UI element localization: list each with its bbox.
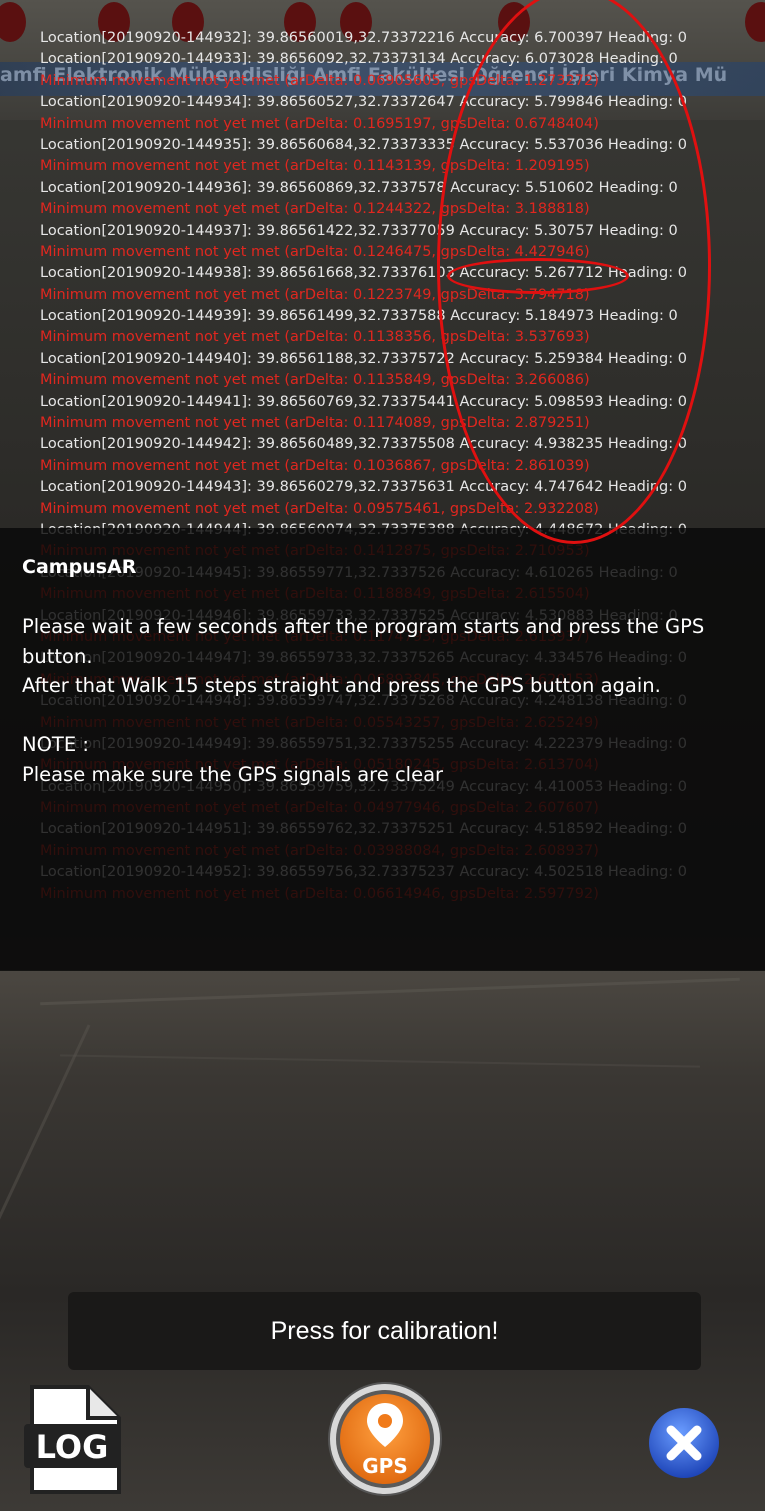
log-warning-line: Minimum movement not yet met (arDelta: 0… <box>40 243 590 260</box>
calibration-button[interactable]: Press for calibration! <box>68 1292 701 1370</box>
dialog-line: Please make sure the GPS signals are cle… <box>22 762 444 786</box>
log-warning-line: Minimum movement not yet met (arDelta: 0… <box>40 415 590 432</box>
close-button[interactable] <box>648 1407 720 1479</box>
log-location-line: Location[20190920-144933]: 39.8656092,32… <box>40 51 678 68</box>
log-file-icon: LOG <box>24 1385 121 1494</box>
log-button[interactable]: LOG <box>22 1384 122 1496</box>
log-location-line: Location[20190920-144942]: 39.86560489,3… <box>40 436 687 453</box>
log-warning-line: Minimum movement not yet met (arDelta: 0… <box>40 286 590 303</box>
dialog-title: CampusAR <box>22 556 137 578</box>
log-location-line: Location[20190920-144940]: 39.86561188,3… <box>40 350 687 367</box>
log-location-line: Location[20190920-144937]: 39.86561422,3… <box>40 222 678 239</box>
log-location-line: Location[20190920-144941]: 39.86560769,3… <box>40 393 687 410</box>
log-location-line: Location[20190920-144939]: 39.86561499,3… <box>40 308 678 325</box>
dialog-line: After that Walk 15 steps straight and pr… <box>22 674 661 697</box>
log-location-line: Location[20190920-144932]: 39.86560019,3… <box>40 30 687 46</box>
log-location-line: Location[20190920-144943]: 39.86560279,3… <box>40 479 687 496</box>
dialog-line: Please wait a few seconds after the prog… <box>22 615 705 668</box>
log-warning-line: Minimum movement not yet met (arDelta: 0… <box>40 115 599 132</box>
log-location-line: Location[20190920-144934]: 39.86560527,3… <box>40 94 687 111</box>
log-location-line: Location[20190920-144936]: 39.86560869,3… <box>40 179 678 196</box>
calibration-dialog: CampusAR Please wait a few seconds after… <box>0 528 765 971</box>
gps-icon: GPS <box>328 1382 442 1496</box>
log-warning-line: Minimum movement not yet met (arDelta: 0… <box>40 329 590 346</box>
log-warning-line: Minimum movement not yet met (arDelta: 0… <box>40 372 590 389</box>
log-label: LOG <box>36 1428 109 1466</box>
dialog-line <box>22 701 747 731</box>
log-location-line: Location[20190920-144938]: 39.86561668,3… <box>40 265 687 282</box>
log-location-line: Location[20190920-144935]: 39.86560684,3… <box>40 136 687 153</box>
gps-button[interactable]: GPS <box>327 1381 443 1497</box>
dialog-message: Please wait a few seconds after the prog… <box>22 612 747 789</box>
dialog-line: NOTE : <box>22 733 89 756</box>
close-x-icon <box>649 1408 719 1478</box>
log-warning-line: Minimum movement not yet met (arDelta: 0… <box>40 457 590 474</box>
log-warning-line: Minimum movement not yet met (arDelta: 0… <box>40 158 590 175</box>
log-warning-line: Minimum movement not yet met (arDelta: 0… <box>40 500 599 517</box>
log-warning-line: Minimum movement not yet met (arDelta: 0… <box>40 201 590 218</box>
gps-label: GPS <box>362 1454 407 1478</box>
log-warning-line: Minimum movement not yet met (arDelta: 0… <box>40 72 599 89</box>
